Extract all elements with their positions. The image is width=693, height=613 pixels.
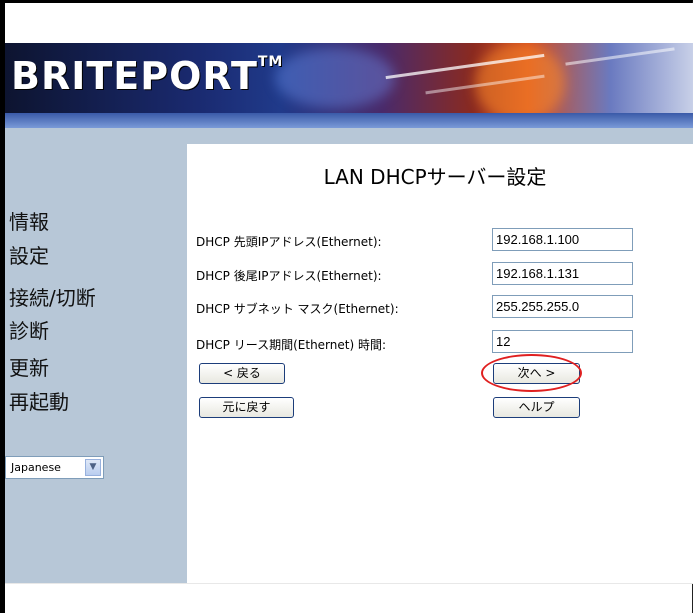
sidebar-item-settings[interactable]: 設定	[9, 240, 49, 269]
subnet-mask-input[interactable]: 255.255.255.0	[492, 295, 633, 318]
chevron-down-icon[interactable]: ▼	[85, 459, 101, 476]
briteport-logo: BRITEPORTTM	[11, 54, 284, 98]
help-button[interactable]: ヘルプ	[493, 397, 580, 418]
start-ip-input[interactable]: 192.168.1.100	[492, 228, 633, 251]
sidebar-item-connect-disconnect[interactable]: 接続/切断	[9, 282, 96, 311]
language-select[interactable]: Japanese ▼	[5, 456, 104, 479]
banner-stripe	[5, 113, 693, 128]
sidebar: 情報 設定 接続/切断 診断 更新 再起動	[5, 128, 187, 583]
sidebar-item-diagnostics[interactable]: 診断	[9, 315, 49, 344]
subnet-mask-label: DHCP サブネット マスク(Ethernet):	[196, 302, 399, 316]
sidebar-item-info[interactable]: 情報	[9, 206, 49, 235]
footer-divider	[5, 583, 693, 584]
top-strip	[5, 3, 693, 43]
start-ip-label: DHCP 先頭IPアドレス(Ethernet):	[196, 235, 382, 249]
page-title: LAN DHCPサーバー設定	[323, 165, 547, 189]
revert-button[interactable]: 元に戻す	[199, 397, 294, 418]
next-button[interactable]: 次へ >	[493, 363, 580, 384]
end-ip-input[interactable]: 192.168.1.131	[492, 262, 633, 285]
sidebar-item-update[interactable]: 更新	[9, 352, 49, 381]
lease-time-label: DHCP リース期間(Ethernet) 時間:	[196, 338, 387, 352]
back-button[interactable]: < 戻る	[199, 363, 285, 384]
sidebar-item-reboot[interactable]: 再起動	[9, 386, 69, 415]
language-select-value: Japanese	[11, 461, 61, 474]
end-ip-label: DHCP 後尾IPアドレス(Ethernet):	[196, 269, 382, 283]
lease-time-input[interactable]: 12	[492, 330, 633, 353]
content-top-band	[187, 128, 693, 144]
